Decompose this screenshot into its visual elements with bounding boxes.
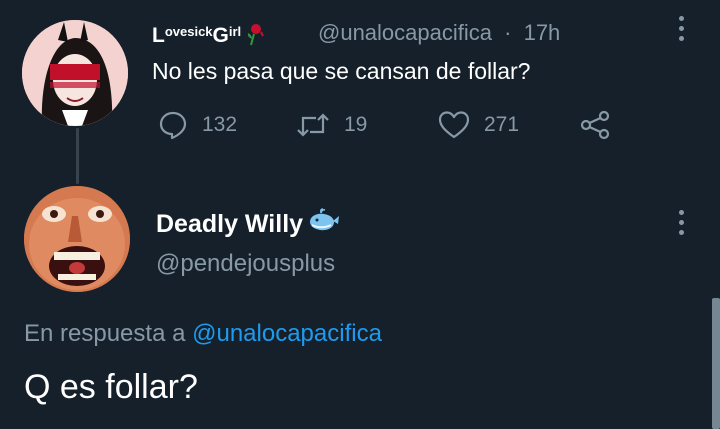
heart-icon [438,111,470,139]
retweet-icon [297,113,329,137]
handle-unalocapacifica[interactable]: @unalocapacifica [318,20,492,45]
retweet-action[interactable]: 19 [296,110,367,140]
avatar-lovesickgirl[interactable] [22,20,128,126]
share-action[interactable] [578,110,612,140]
avatar-deadlywilly[interactable] [24,186,130,292]
more-options-icon[interactable] [677,16,685,41]
more-options-icon[interactable] [677,210,685,235]
reply-action[interactable]: 132 [158,110,237,140]
separator-dot: · [504,20,512,45]
avatar-illustration [24,186,130,292]
retweet-count: 19 [344,113,368,136]
whale-emoji-icon [307,208,341,241]
reply-prefix: En respuesta a [24,320,186,347]
like-count: 271 [484,113,520,136]
scrollbar[interactable] [712,298,720,429]
replying-to: En respuesta a @unalocapacifica [24,320,382,348]
handle-and-time[interactable]: @unalocapacifica · 17h [318,20,560,46]
tweet-text-original: No les pasa que se cansan de follar? [152,58,531,84]
tweet-time[interactable]: 17h [524,20,561,45]
like-action[interactable]: 271 [438,110,519,140]
thread-connector-line [76,128,79,184]
tweet-text-reply: Q es follar? [24,368,198,406]
rose-emoji-icon [243,20,267,52]
speech-bubble-icon [159,111,187,140]
display-name-deadlywilly[interactable]: Deadly Willy [156,208,341,241]
avatar-illustration [22,20,128,126]
reply-mention-link[interactable]: @unalocapacifica [192,320,382,347]
share-icon [580,110,610,140]
display-name-lovesickgirl[interactable]: L ovesick G irl [152,16,267,48]
reply-count: 132 [202,113,238,136]
handle-pendejousplus[interactable]: @pendejousplus [156,250,335,278]
